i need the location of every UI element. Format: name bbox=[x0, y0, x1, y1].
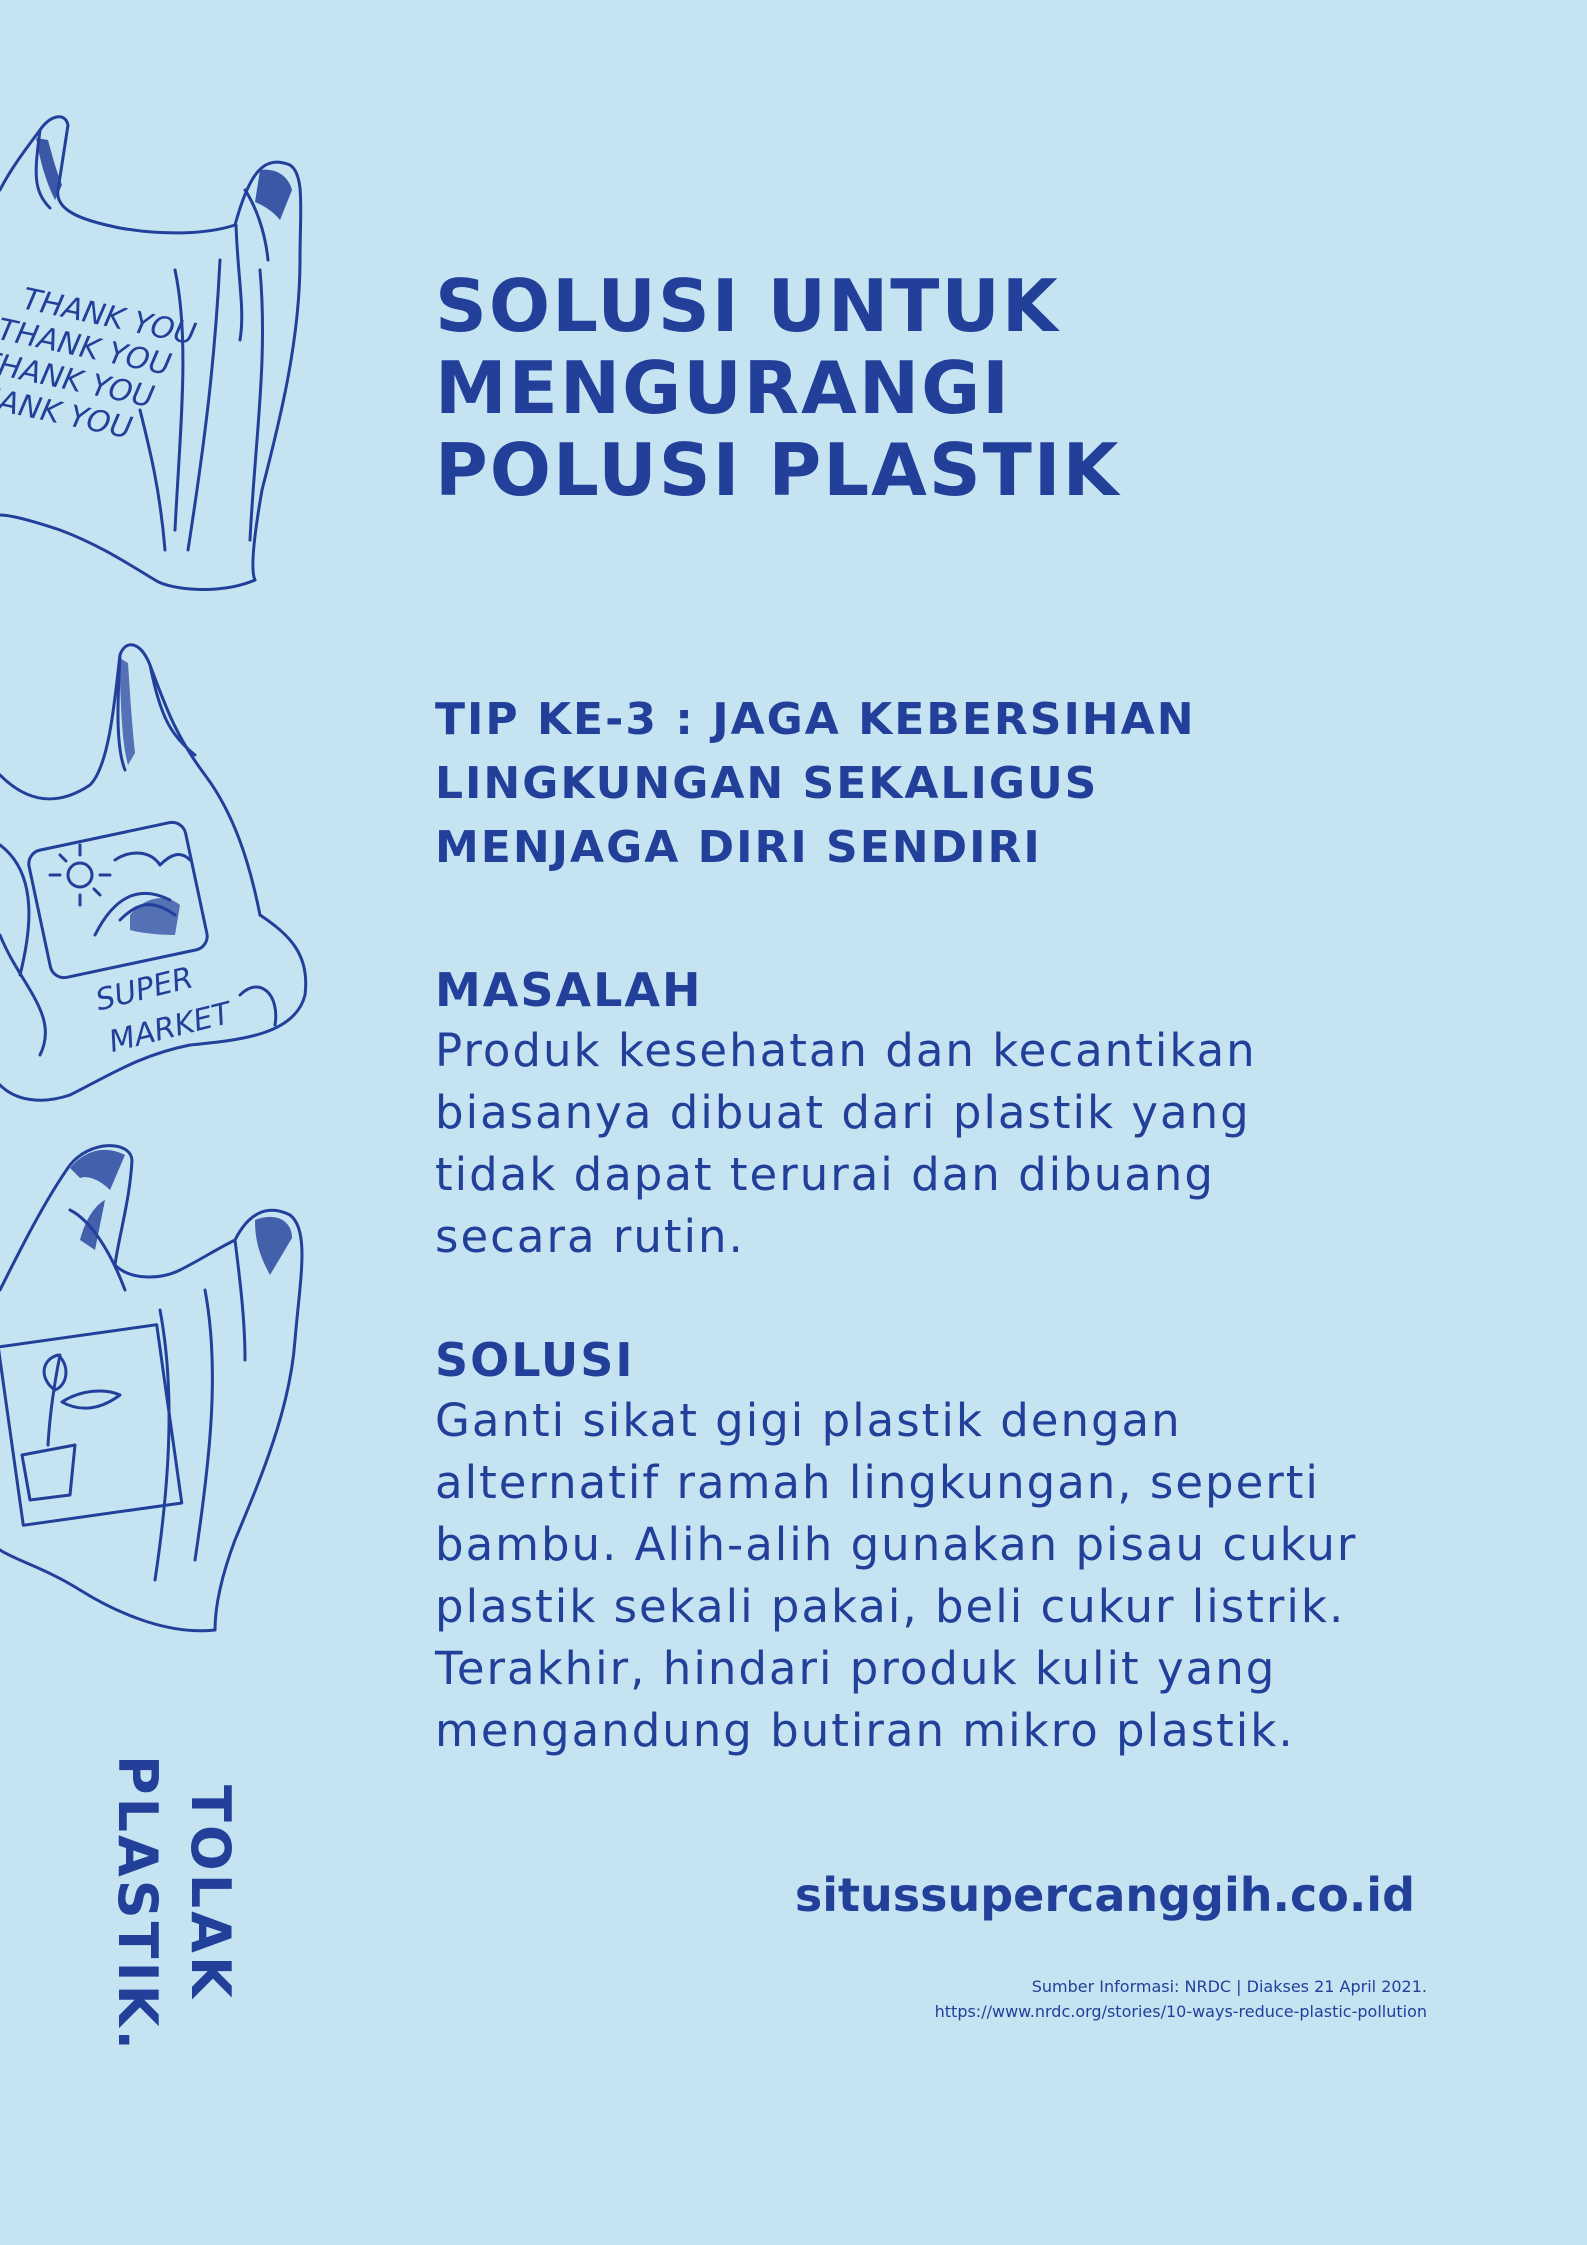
title-line: MENGURANGI bbox=[435, 346, 1011, 430]
shopping-bag-icon: THANK YOU THANK YOU THANK YOU THANK YOU bbox=[0, 115, 303, 591]
solusi-line: Ganti sikat gigi plastik dengan bbox=[435, 1394, 1182, 1447]
masalah-line: biasanya dibuat dari plastik yang bbox=[435, 1086, 1251, 1139]
masalah-line: secara rutin. bbox=[435, 1210, 745, 1263]
subtitle-line: TIP KE-3 : JAGA KEBERSIHAN bbox=[435, 694, 1196, 745]
title-line: SOLUSI UNTUK bbox=[435, 264, 1060, 348]
slogan-tolak: TOLAK bbox=[179, 1785, 242, 2001]
vertical-slogan: TOLAK PLASTIK. bbox=[105, 1755, 245, 2055]
thank-you-bag-illustration: THANK YOU THANK YOU THANK YOU THANK YOU bbox=[0, 110, 320, 600]
masalah-line: Produk kesehatan dan kecantikan bbox=[435, 1024, 1257, 1077]
solusi-body: Ganti sikat gigi plastik dengan alternat… bbox=[435, 1390, 1357, 1762]
supermarket-bag-illustration: SUPER MARKET bbox=[0, 635, 320, 1115]
solusi-heading: SOLUSI bbox=[435, 1333, 635, 1387]
shopping-bag-icon: SUPER MARKET bbox=[0, 643, 308, 1102]
slogan-plastik: PLASTIK. bbox=[106, 1755, 169, 2053]
subtitle-line: MENJAGA DIRI SENDIRI bbox=[435, 822, 1042, 873]
source-line: Sumber Informasi: NRDC | Diakses 21 Apri… bbox=[1031, 1977, 1427, 1996]
subtitle-line: LINGKUNGAN SEKALIGUS bbox=[435, 758, 1099, 809]
masalah-line: tidak dapat terurai dan dibuang bbox=[435, 1148, 1215, 1201]
solusi-line: bambu. Alih-alih gunakan pisau cukur bbox=[435, 1518, 1358, 1571]
source-url[interactable]: https://www.nrdc.org/stories/10-ways-red… bbox=[935, 1999, 1427, 2024]
solusi-line: alternatif ramah lingkungan, seperti bbox=[435, 1456, 1320, 1509]
title-line: POLUSI PLASTIK bbox=[435, 428, 1121, 512]
masalah-heading: MASALAH bbox=[435, 963, 703, 1017]
source-citation: Sumber Informasi: NRDC | Diakses 21 Apri… bbox=[935, 1974, 1427, 2024]
tip-subtitle: TIP KE-3 : JAGA KEBERSIHAN LINGKUNGAN SE… bbox=[435, 688, 1196, 880]
page-title: SOLUSI UNTUK MENGURANGI POLUSI PLASTIK bbox=[435, 265, 1120, 511]
masalah-body: Produk kesehatan dan kecantikan biasanya… bbox=[435, 1020, 1257, 1268]
website-link[interactable]: situssupercanggih.co.id bbox=[795, 1868, 1415, 1922]
plant-bag-illustration bbox=[0, 1140, 320, 1650]
solusi-line: mengandung butiran mikro plastik. bbox=[435, 1704, 1295, 1757]
shopping-bag-icon bbox=[0, 1144, 304, 1633]
solusi-line: Terakhir, hindari produk kulit yang bbox=[435, 1642, 1277, 1695]
solusi-line: plastik sekali pakai, beli cukur listrik… bbox=[435, 1580, 1346, 1633]
